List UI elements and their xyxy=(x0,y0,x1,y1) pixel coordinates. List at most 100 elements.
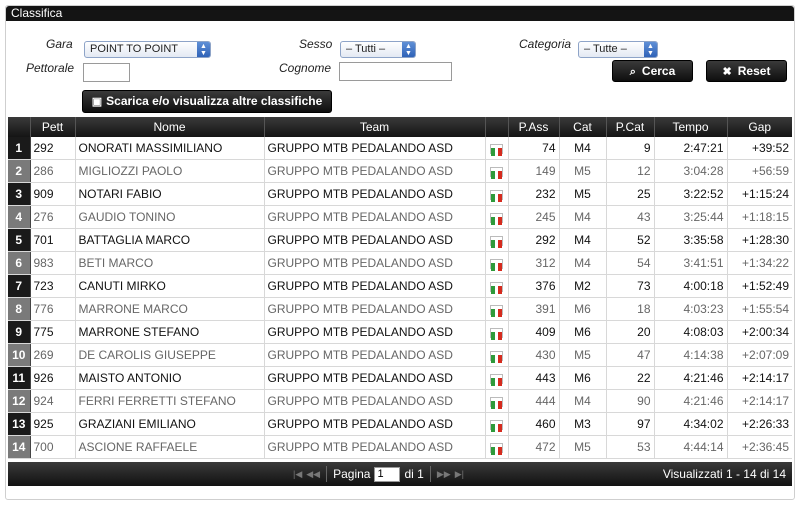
italy-flag-icon xyxy=(490,419,503,432)
table-row[interactable]: 6 983 BETI MARCO GRUPPO MTB PEDALANDO ASD 31… xyxy=(8,251,792,275)
next-page-icon[interactable]: ▶▶ xyxy=(437,469,451,480)
table-row[interactable]: 2 286 MIGLIOZZI PAOLO GRUPPO MTB PEDALANDO … xyxy=(8,159,792,183)
table-row[interactable]: 10 269 DE CAROLIS GIUSEPPE GRUPPO MTB PEDAL… xyxy=(8,343,792,367)
table-header-row: Pett Nome Team P.Ass Cat P.Cat Tempo Gap xyxy=(8,117,792,137)
gap-cell: +2:14:17 xyxy=(727,366,792,390)
table-row[interactable]: 8 776 MARRONE MARCO GRUPPO MTB PEDALANDO AS… xyxy=(8,297,792,321)
italy-flag-icon xyxy=(490,212,503,225)
pettorale-input[interactable] xyxy=(83,63,130,82)
pett-cell: 276 xyxy=(30,205,76,229)
gara-select[interactable]: POINT TO POINT ▲ ▼ xyxy=(84,41,211,58)
table-row[interactable]: 7 723 CANUTI MIRKO GRUPPO MTB PEDALANDO ASD… xyxy=(8,274,792,298)
table-footer: |◀ ◀◀ Pagina di 1 ▶▶ ▶| Visualizzati 1 -… xyxy=(8,462,792,486)
table-row[interactable]: 5 701 BATTAGLIA MARCO GRUPPO MTB PEDALANDO … xyxy=(8,228,792,252)
page-input[interactable] xyxy=(374,466,401,482)
pett-cell: 292 xyxy=(30,137,76,160)
italy-flag-icon xyxy=(490,189,503,202)
pcat-cell: 25 xyxy=(606,182,655,206)
table-row[interactable]: 1 292 ONORATI MASSIMILIANO GRUPPO MTB PEDAL… xyxy=(8,137,792,160)
pcat-cell: 47 xyxy=(606,343,655,367)
flag-cell xyxy=(485,389,509,413)
table-row[interactable]: 9 775 MARRONE STEFANO GRUPPO MTB PEDALANDO … xyxy=(8,320,792,344)
tempo-cell: 4:08:03 xyxy=(654,320,728,344)
pett-cell: 909 xyxy=(30,182,76,206)
col-header-tempo[interactable]: Tempo xyxy=(654,117,728,137)
download-button[interactable]: ▣ Scarica e/o visualizza altre classifich… xyxy=(82,90,332,113)
pett-cell: 926 xyxy=(30,366,76,390)
nome-cell: GRAZIANI EMILIANO xyxy=(75,412,265,436)
col-header-cat[interactable]: Cat xyxy=(559,117,607,137)
italy-flag-icon xyxy=(490,258,503,271)
table-row[interactable]: 13 925 GRAZIANI EMILIANO GRUPPO MTB PEDALAN… xyxy=(8,412,792,436)
gap-cell: +2:36:45 xyxy=(727,435,792,459)
row-number: 10 xyxy=(8,343,31,367)
col-header-pcat[interactable]: P.Cat xyxy=(606,117,655,137)
flag-cell xyxy=(485,251,509,275)
cat-cell: M3 xyxy=(559,412,607,436)
reset-button[interactable]: ✖ Reset xyxy=(706,60,787,82)
floppy-icon: ▣ xyxy=(91,96,103,108)
italy-flag-icon xyxy=(490,442,503,455)
tempo-cell: 4:14:38 xyxy=(654,343,728,367)
chevron-updown-icon: ▲ ▼ xyxy=(197,42,210,57)
col-header-pass[interactable]: P.Ass xyxy=(508,117,560,137)
row-number: 13 xyxy=(8,412,31,436)
team-cell: GRUPPO MTB PEDALANDO ASD xyxy=(264,182,486,206)
pass-cell: 472 xyxy=(508,435,560,459)
cognome-input[interactable] xyxy=(339,62,452,81)
pett-cell: 983 xyxy=(30,251,76,275)
row-number: 6 xyxy=(8,251,31,275)
gap-cell: +1:52:49 xyxy=(727,274,792,298)
team-cell: GRUPPO MTB PEDALANDO ASD xyxy=(264,435,486,459)
col-header-pett[interactable]: Pett xyxy=(30,117,76,137)
table-row[interactable]: 4 276 GAUDIO TONINO GRUPPO MTB PEDALANDO AS… xyxy=(8,205,792,229)
nome-cell: GAUDIO TONINO xyxy=(75,205,265,229)
flag-cell xyxy=(485,205,509,229)
table-row[interactable]: 12 924 FERRI FERRETTI STEFANO GRUPPO MTB PE… xyxy=(8,389,792,413)
pager-separator xyxy=(429,466,431,482)
cat-cell: M5 xyxy=(559,435,607,459)
flag-cell xyxy=(485,274,509,298)
col-header-gap[interactable]: Gap xyxy=(727,117,792,137)
italy-flag-icon xyxy=(490,396,503,409)
results-table: Pett Nome Team P.Ass Cat P.Cat Tempo Gap… xyxy=(8,117,792,459)
gap-cell: +56:59 xyxy=(727,159,792,183)
search-button[interactable]: ⌕ Cerca xyxy=(612,60,693,82)
sesso-select[interactable]: – Tutti – ▲ ▼ xyxy=(340,41,416,58)
cat-cell: M4 xyxy=(559,389,607,413)
cat-cell: M6 xyxy=(559,297,607,321)
flag-cell xyxy=(485,366,509,390)
col-header-rownum xyxy=(8,117,31,137)
last-page-icon[interactable]: ▶| xyxy=(455,469,464,480)
team-cell: GRUPPO MTB PEDALANDO ASD xyxy=(264,412,486,436)
nome-cell: ASCIONE RAFFAELE xyxy=(75,435,265,459)
cat-cell: M6 xyxy=(559,366,607,390)
tempo-cell: 4:21:46 xyxy=(654,366,728,390)
col-header-nome[interactable]: Nome xyxy=(75,117,265,137)
table-row[interactable]: 11 926 MAISTO ANTONIO GRUPPO MTB PEDALANDO … xyxy=(8,366,792,390)
first-page-icon[interactable]: |◀ xyxy=(293,469,302,480)
search-button-label: Cerca xyxy=(641,64,676,78)
download-button-label: Scarica e/o visualizza altre classifiche xyxy=(106,94,323,108)
table-row[interactable]: 14 700 ASCIONE RAFFAELE GRUPPO MTB PEDALAND… xyxy=(8,435,792,459)
pass-cell: 443 xyxy=(508,366,560,390)
row-number: 9 xyxy=(8,320,31,344)
pass-cell: 409 xyxy=(508,320,560,344)
pett-cell: 924 xyxy=(30,389,76,413)
italy-flag-icon xyxy=(490,327,503,340)
categoria-select[interactable]: – Tutte – ▲ ▼ xyxy=(578,41,658,58)
pcat-cell: 43 xyxy=(606,205,655,229)
team-cell: GRUPPO MTB PEDALANDO ASD xyxy=(264,137,486,160)
pass-cell: 376 xyxy=(508,274,560,298)
tempo-cell: 3:22:52 xyxy=(654,182,728,206)
pass-cell: 232 xyxy=(508,182,560,206)
tempo-cell: 4:03:23 xyxy=(654,297,728,321)
cat-cell: M2 xyxy=(559,274,607,298)
pagination: |◀ ◀◀ Pagina di 1 ▶▶ ▶| xyxy=(293,466,464,482)
col-header-team[interactable]: Team xyxy=(264,117,486,137)
pett-cell: 723 xyxy=(30,274,76,298)
gap-cell: +1:15:24 xyxy=(727,182,792,206)
table-row[interactable]: 3 909 NOTARI FABIO GRUPPO MTB PEDALANDO ASD… xyxy=(8,182,792,206)
gap-cell: +2:14:17 xyxy=(727,389,792,413)
prev-page-icon[interactable]: ◀◀ xyxy=(306,469,320,480)
